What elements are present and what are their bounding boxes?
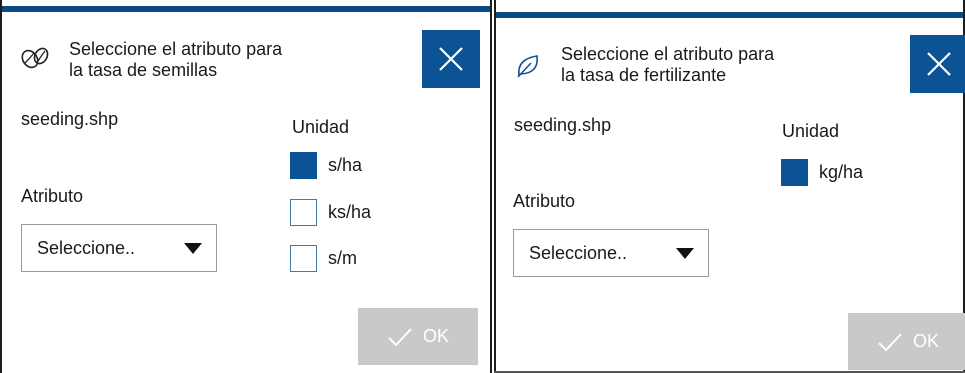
dropdown-value: Seleccione.. xyxy=(529,242,628,263)
caret-down-icon xyxy=(184,243,202,254)
unit-option-s-m[interactable]: s/m xyxy=(290,245,357,272)
checkmark-icon xyxy=(388,327,412,346)
seed-rate-dialog: Seleccione el atributo para la tasa de s… xyxy=(0,0,492,373)
dialog-border xyxy=(494,0,496,373)
dialog-title-line: Seleccione el atributo para xyxy=(69,39,283,59)
dialog-title-line: Seleccione el atributo para xyxy=(561,44,775,64)
dialog-title-line: la tasa de fertilizante xyxy=(561,65,727,85)
checkbox[interactable] xyxy=(781,159,808,186)
unit-heading: Unidad xyxy=(782,121,840,141)
dropdown-value: Seleccione.. xyxy=(37,237,136,258)
ok-button[interactable]: OK xyxy=(848,313,965,370)
leaf-icon xyxy=(515,53,541,84)
unit-option-s-ha[interactable]: s/ha xyxy=(290,152,362,179)
unit-option-kg-ha[interactable]: kg/ha xyxy=(781,159,863,186)
dialog-header-bar xyxy=(494,12,965,18)
unit-option-label: s/ha xyxy=(328,155,363,175)
seeds-icon xyxy=(20,46,50,75)
dialog-title: Seleccione el atributo para la tasa de s… xyxy=(69,39,282,81)
dialog-title-line: la tasa de semillas xyxy=(69,60,218,80)
dialog-border xyxy=(0,0,2,373)
unit-option-ks-ha[interactable]: ks/ha xyxy=(290,199,371,226)
attribute-dropdown[interactable]: Seleccione.. xyxy=(21,224,217,272)
close-button[interactable] xyxy=(910,35,965,93)
attribute-dropdown[interactable]: Seleccione.. xyxy=(513,229,709,277)
ok-button-label: OK xyxy=(912,331,939,351)
file-name: seeding.shp xyxy=(514,115,612,135)
ok-button[interactable]: OK xyxy=(358,308,478,365)
unit-option-label: s/m xyxy=(328,248,357,268)
unit-heading: Unidad xyxy=(292,117,350,137)
checkbox[interactable] xyxy=(290,245,317,272)
checkmark-icon xyxy=(878,332,902,351)
unit-option-label: kg/ha xyxy=(819,162,864,182)
attribute-label: Atributo xyxy=(513,191,576,211)
unit-option-label: ks/ha xyxy=(328,202,372,222)
fertilizer-rate-dialog: Seleccione el atributo para la tasa de f… xyxy=(494,0,965,373)
close-icon xyxy=(439,47,463,71)
close-button[interactable] xyxy=(422,30,480,88)
dialog-title: Seleccione el atributo para la tasa de f… xyxy=(561,44,774,86)
checkbox[interactable] xyxy=(290,199,317,226)
file-name: seeding.shp xyxy=(21,109,119,129)
dialog-header-bar xyxy=(0,6,492,12)
attribute-label: Atributo xyxy=(21,186,84,206)
dialog-border xyxy=(490,0,492,373)
ok-button-label: OK xyxy=(422,326,449,346)
close-icon xyxy=(927,52,951,76)
caret-down-icon xyxy=(676,248,694,259)
checkbox[interactable] xyxy=(290,152,317,179)
